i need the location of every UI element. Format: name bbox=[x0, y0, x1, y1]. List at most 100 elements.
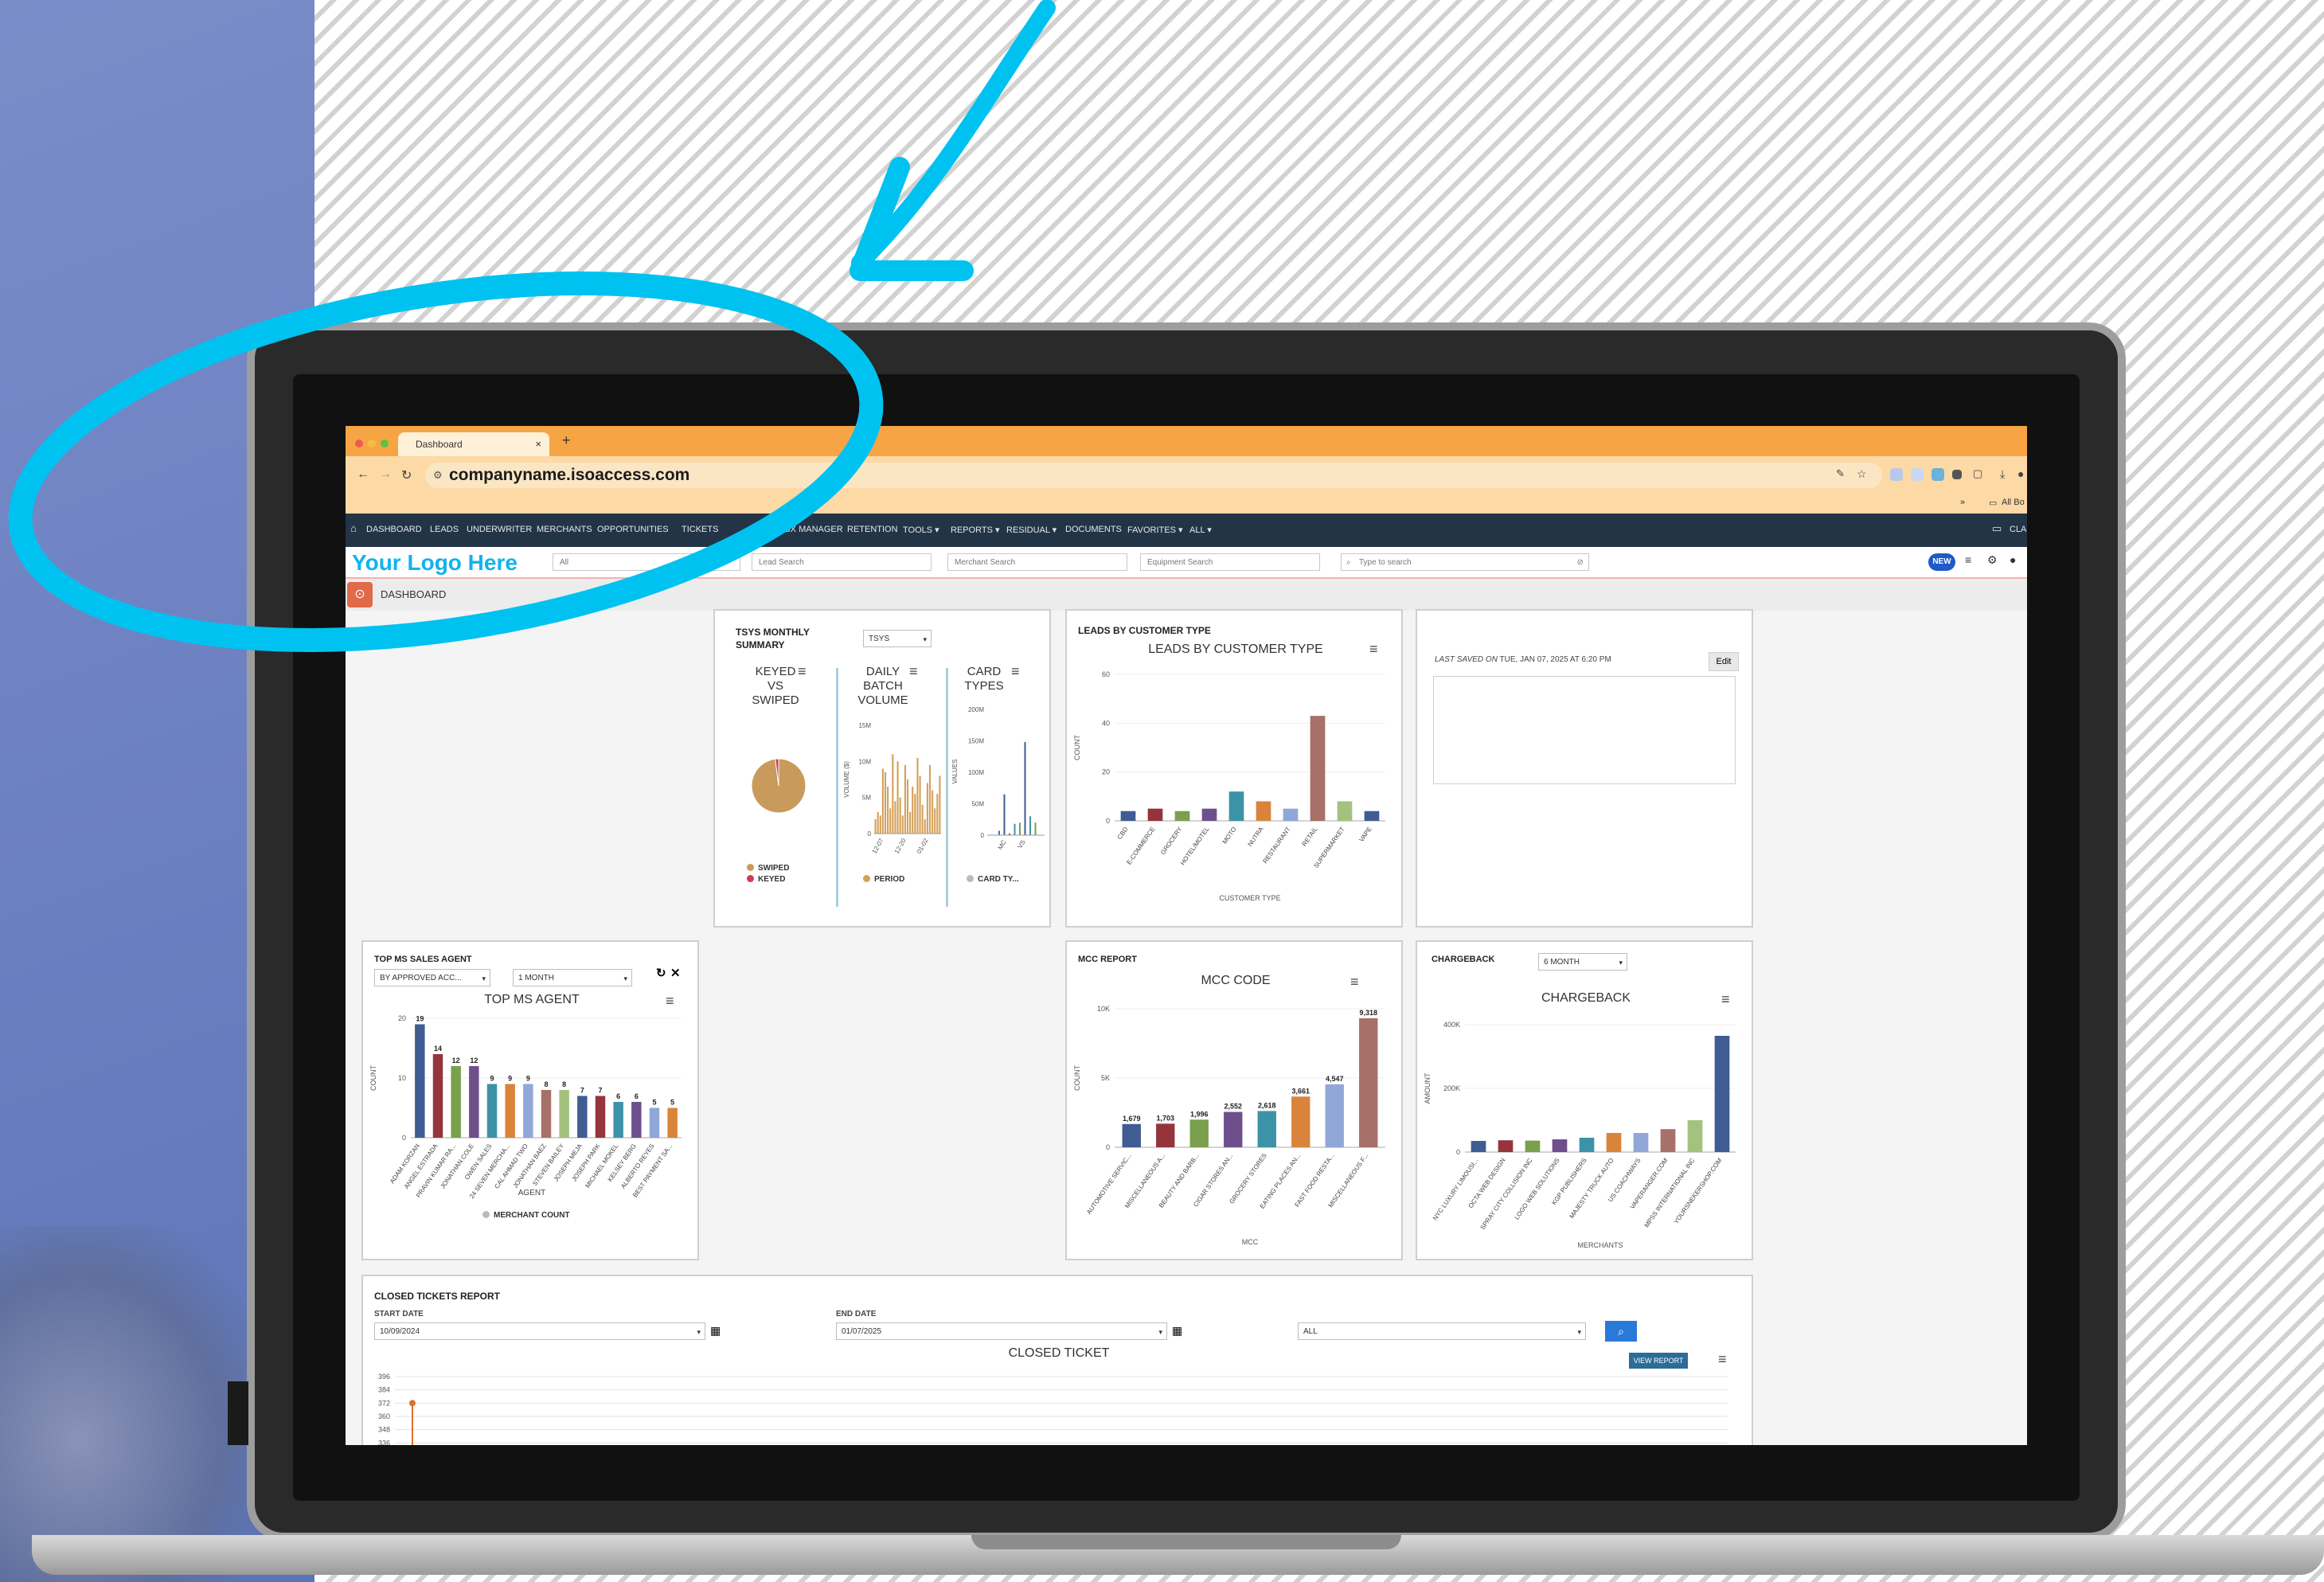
start-date-input[interactable]: 10/09/2024 bbox=[374, 1322, 705, 1341]
monitor-icon[interactable]: ▭ bbox=[1992, 522, 2002, 535]
nav-item-reports[interactable]: REPORTS ▾ bbox=[951, 525, 1000, 535]
notes-textarea[interactable] bbox=[1433, 676, 1736, 784]
window-controls bbox=[355, 437, 393, 451]
tsys-select[interactable]: TSYS bbox=[863, 630, 932, 648]
search-button[interactable]: ⌕ bbox=[1605, 1321, 1637, 1342]
ct-bar bbox=[1014, 823, 1016, 835]
nav-item-tickets[interactable]: TICKETS bbox=[682, 525, 718, 534]
tickets-line-chart: 396384372360348336324 bbox=[378, 1373, 1728, 1445]
global-search-input[interactable]: ⌕ Type to search ⊘ bbox=[1341, 553, 1589, 571]
new-tab-icon[interactable]: + bbox=[562, 432, 571, 449]
tab-search-icon[interactable]: ▢ bbox=[1973, 467, 1982, 480]
mcc-menu-icon[interactable]: ≡ bbox=[1350, 974, 1359, 990]
chargeback-period-select[interactable]: 6 MONTH bbox=[1538, 953, 1627, 971]
nav-right-label[interactable]: CLA bbox=[2010, 525, 2026, 534]
y-axis-label: COUNT bbox=[369, 1065, 377, 1091]
nav-item-leads[interactable]: LEADS bbox=[430, 525, 459, 534]
extension-1-icon[interactable] bbox=[1890, 468, 1903, 481]
nav-item-all[interactable]: ALL ▾ bbox=[1189, 525, 1212, 535]
x-tick-label: JONATHAN COLE bbox=[439, 1143, 475, 1190]
dbv-bar bbox=[901, 815, 904, 834]
close-window-button[interactable] bbox=[355, 439, 363, 447]
x-tick-label: NUTRA bbox=[1246, 825, 1265, 847]
maximize-window-button[interactable] bbox=[381, 439, 389, 447]
refresh-icon[interactable]: ↻ bbox=[656, 966, 666, 980]
data-label: 19 bbox=[416, 1015, 424, 1023]
y-tick-label: 20 bbox=[398, 1014, 406, 1022]
start-date-label: START DATE bbox=[374, 1310, 424, 1318]
data-label: 12 bbox=[470, 1057, 478, 1064]
user-icon[interactable]: ● bbox=[2010, 553, 2016, 566]
nav-item-dashboard[interactable]: DASHBOARD bbox=[366, 525, 422, 534]
toolbar: Your Logo Here All Lead Search Merchant … bbox=[346, 547, 2027, 579]
merchant-search-input[interactable]: Merchant Search bbox=[947, 553, 1127, 571]
site-info-icon[interactable]: ⚙ bbox=[433, 463, 443, 488]
y-tick-label: 40 bbox=[1102, 719, 1110, 727]
agent-filter-select[interactable]: BY APPROVED ACC... bbox=[374, 969, 490, 987]
privacy-icon[interactable]: ✎ bbox=[1836, 467, 1845, 480]
dbv-bar bbox=[934, 808, 936, 834]
tab-dashboard[interactable]: Dashboard × bbox=[398, 432, 549, 456]
nav-item-pbx-manager[interactable]: PBX MANAGER bbox=[779, 525, 843, 534]
bookmarks-overflow-icon[interactable]: » bbox=[1960, 498, 1965, 507]
agent-chart-title: TOP MS AGENT bbox=[484, 993, 580, 1006]
nav-item-opportunities[interactable]: OPPORTUNITIES bbox=[597, 525, 669, 534]
end-calendar-icon[interactable]: ▦ bbox=[1172, 1324, 1182, 1338]
dbv-bar bbox=[896, 761, 899, 834]
forward-icon[interactable]: → bbox=[379, 467, 392, 482]
ct-menu-icon[interactable]: ≡ bbox=[1011, 663, 1020, 680]
nav-item-underwriter[interactable]: UNDERWRITER bbox=[467, 525, 532, 534]
dbv-bar bbox=[906, 779, 909, 834]
ticket-filter-select[interactable]: ALL bbox=[1298, 1322, 1586, 1341]
gear-icon[interactable]: ⚙ bbox=[1987, 553, 1998, 567]
nav-item-favorites[interactable]: FAVORITES ▾ bbox=[1127, 525, 1183, 535]
dbv-xtick: 01-02 bbox=[916, 837, 930, 855]
bookmarks-folder-label[interactable]: All Bo bbox=[2002, 498, 2025, 507]
dbv-bar bbox=[874, 818, 877, 834]
all-search-input[interactable]: All bbox=[553, 553, 740, 571]
extensions-puzzle-icon[interactable] bbox=[1952, 470, 1962, 479]
back-icon[interactable]: ← bbox=[357, 467, 369, 482]
minimize-window-button[interactable] bbox=[368, 439, 376, 447]
y-tick-label: 0 bbox=[402, 1134, 406, 1142]
clear-search-icon[interactable]: ⊘ bbox=[1577, 554, 1584, 572]
y-axis-label: AMOUNT bbox=[1424, 1072, 1432, 1103]
nav-item-retention[interactable]: RETENTION bbox=[847, 525, 898, 534]
bookmark-star-icon[interactable]: ☆ bbox=[1857, 467, 1867, 481]
reload-icon[interactable]: ↻ bbox=[401, 467, 412, 483]
data-label: 6 bbox=[616, 1092, 620, 1100]
nav-item-tools[interactable]: TOOLS ▾ bbox=[903, 525, 939, 535]
ct-bar bbox=[1029, 816, 1031, 835]
agent-xlabel: AGENT bbox=[518, 1189, 546, 1197]
new-button[interactable]: NEW bbox=[1928, 553, 1955, 571]
equipment-search-input[interactable]: Equipment Search bbox=[1140, 553, 1320, 571]
nav-item-residual[interactable]: RESIDUAL ▾ bbox=[1006, 525, 1057, 535]
view-report-button[interactable]: VIEW REPORT bbox=[1629, 1353, 1688, 1369]
home-icon[interactable]: ⌂ bbox=[350, 522, 357, 534]
nav-item-merchants[interactable]: MERCHANTS bbox=[537, 525, 592, 534]
y-tick-label: 348 bbox=[378, 1426, 390, 1434]
bookmarks-folder-icon[interactable]: ▭ bbox=[1989, 498, 1997, 508]
x-axis-label: MERCHANTS bbox=[1577, 1241, 1623, 1249]
hamburger-menu-icon[interactable]: ≡ bbox=[1965, 553, 1971, 566]
download-icon[interactable]: ⤓ bbox=[2000, 467, 2005, 481]
extension-2-icon[interactable] bbox=[1911, 468, 1924, 481]
nav-item-documents[interactable]: DOCUMENTS bbox=[1065, 525, 1122, 534]
tab-close-icon[interactable]: × bbox=[535, 432, 541, 456]
leads-menu-icon[interactable]: ≡ bbox=[1369, 641, 1378, 658]
profile-icon[interactable]: ● bbox=[2017, 467, 2024, 480]
start-calendar-icon[interactable]: ▦ bbox=[710, 1324, 721, 1338]
edit-button[interactable]: Edit bbox=[1709, 652, 1739, 671]
chargeback-menu-icon[interactable]: ≡ bbox=[1721, 991, 1730, 1008]
tickets-menu-icon[interactable]: ≡ bbox=[1718, 1351, 1727, 1368]
extension-3-icon[interactable] bbox=[1931, 468, 1944, 481]
url-field[interactable]: ⚙ companyname.isoaccess.com bbox=[425, 463, 1882, 488]
dbv-menu-icon[interactable]: ≡ bbox=[909, 663, 918, 680]
close-icon[interactable]: ✕ bbox=[670, 966, 681, 980]
end-date-input[interactable]: 01/07/2025 bbox=[836, 1322, 1167, 1341]
data-label: 9,318 bbox=[1359, 1009, 1377, 1017]
lead-search-input[interactable]: Lead Search bbox=[752, 553, 932, 571]
agent-period-select[interactable]: 1 MONTH bbox=[513, 969, 632, 987]
kvs-menu-icon[interactable]: ≡ bbox=[798, 663, 807, 680]
agent-menu-icon[interactable]: ≡ bbox=[666, 993, 674, 1010]
